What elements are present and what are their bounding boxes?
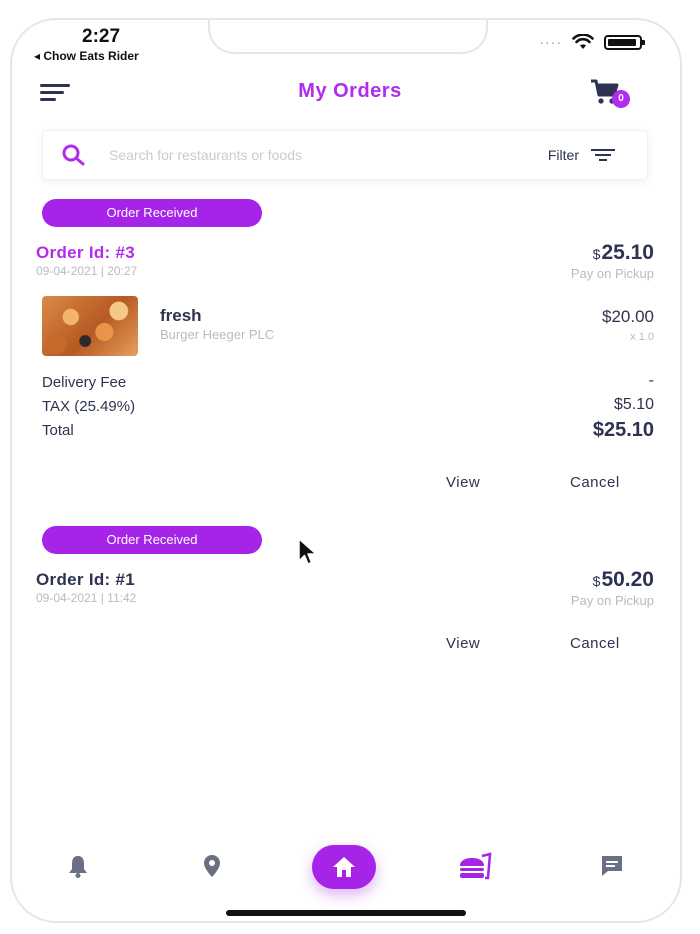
order-total-amount: 25.10	[601, 241, 654, 264]
status-time: 2:27	[82, 26, 121, 47]
tax-label: TAX (25.49%)	[42, 398, 136, 415]
food-image	[42, 296, 138, 356]
chat-icon[interactable]	[598, 852, 626, 880]
order-datetime: 09-04-2021 | 11:42	[36, 591, 137, 605]
battery-icon	[604, 34, 645, 50]
food-icon[interactable]	[458, 852, 492, 880]
item-name: fresh	[160, 306, 202, 325]
location-pin-icon[interactable]	[198, 852, 226, 880]
payment-method: Pay on Pickup	[570, 266, 654, 281]
search-icon[interactable]	[61, 143, 87, 167]
back-to-app-link[interactable]: ◂ Chow Eats Rider	[34, 49, 139, 63]
wifi-icon	[572, 34, 594, 49]
bell-icon[interactable]	[64, 852, 92, 880]
delivery-fee-value: -	[648, 372, 654, 389]
filter-icon	[591, 146, 615, 164]
order-id[interactable]: Order Id: #3	[36, 243, 135, 263]
total-value: $25.10	[592, 419, 654, 441]
home-indicator	[226, 910, 466, 916]
cancel-order-button[interactable]: Cancel	[570, 635, 620, 652]
item-quantity: x 1.0	[630, 331, 654, 343]
order-total-amount: 50.20	[601, 568, 654, 591]
filter-label: Filter	[547, 147, 579, 163]
signal-icon: ····	[539, 34, 562, 50]
mouse-cursor-icon	[298, 538, 317, 565]
currency-symbol: $	[592, 573, 601, 589]
home-button[interactable]	[312, 845, 376, 889]
currency-symbol: $	[592, 246, 601, 262]
order-total: $50.20	[593, 568, 654, 592]
item-restaurant: Burger Heeger PLC	[160, 327, 275, 342]
status-icons: ····	[539, 34, 645, 50]
payment-method: Pay on Pickup	[570, 593, 654, 608]
cart-button[interactable]: 0	[590, 78, 632, 110]
search-input[interactable]	[109, 147, 449, 163]
search-bar: Filter	[42, 130, 648, 180]
home-icon	[333, 857, 355, 877]
status-badge: Order Received	[42, 526, 262, 554]
order-total: $25.10	[593, 241, 654, 265]
delivery-fee-label: Delivery Fee	[42, 374, 127, 391]
notch	[208, 20, 488, 54]
item-price: $20.00	[602, 307, 654, 326]
view-order-button[interactable]: View	[446, 474, 480, 491]
order-datetime: 09-04-2021 | 20:27	[36, 264, 138, 278]
cart-count-badge: 0	[612, 90, 630, 108]
bottom-nav	[10, 840, 682, 890]
status-badge: Order Received	[42, 199, 262, 227]
total-label: Total	[42, 422, 74, 439]
view-order-button[interactable]: View	[446, 635, 480, 652]
filter-button[interactable]: Filter	[548, 146, 615, 164]
order-id[interactable]: Order Id: #1	[36, 570, 135, 590]
tax-value: $5.10	[613, 396, 654, 413]
cancel-order-button[interactable]: Cancel	[570, 474, 620, 491]
